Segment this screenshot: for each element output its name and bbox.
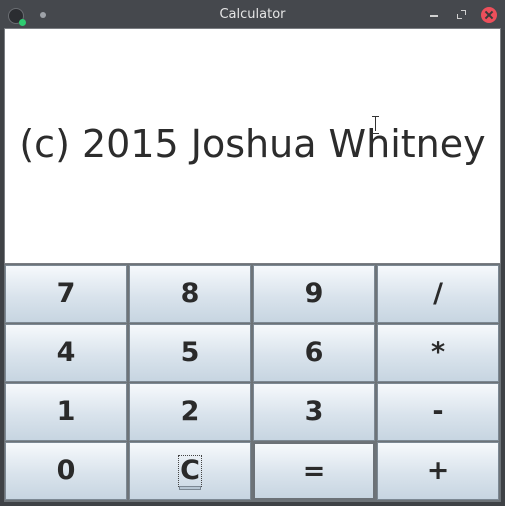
keypad: 7 8 9 / 4 5 6 * 1 2 3 - 0 C = + — [4, 264, 501, 502]
app-menu-icon[interactable] — [8, 8, 26, 26]
key-4[interactable]: 4 — [5, 324, 127, 382]
display-text: (c) 2015 Joshua Whitney — [19, 122, 486, 166]
key-multiply[interactable]: * — [377, 324, 499, 382]
key-divide[interactable]: / — [377, 265, 499, 323]
key-8[interactable]: 8 — [129, 265, 251, 323]
key-subtract[interactable]: - — [377, 383, 499, 441]
text-cursor-icon — [372, 115, 380, 134]
title-bar[interactable]: Calculator — [0, 0, 505, 30]
close-button[interactable] — [481, 7, 497, 23]
key-1[interactable]: 1 — [5, 383, 127, 441]
key-2[interactable]: 2 — [129, 383, 251, 441]
key-clear[interactable]: C — [129, 442, 251, 500]
key-7[interactable]: 7 — [5, 265, 127, 323]
calculator-display[interactable]: (c) 2015 Joshua Whitney — [4, 28, 501, 264]
minimize-button[interactable] — [426, 7, 442, 23]
key-0[interactable]: 0 — [5, 442, 127, 500]
key-6[interactable]: 6 — [253, 324, 375, 382]
key-5[interactable]: 5 — [129, 324, 251, 382]
maximize-button[interactable] — [454, 7, 470, 23]
pin-icon[interactable] — [40, 12, 46, 18]
status-dot-icon — [19, 19, 26, 26]
calculator-window: Calculator (c) 2015 Joshua Whitney 7 8 9… — [0, 0, 505, 506]
key-clear-label: C — [178, 455, 202, 490]
key-equals[interactable]: = — [253, 442, 375, 500]
key-3[interactable]: 3 — [253, 383, 375, 441]
key-9[interactable]: 9 — [253, 265, 375, 323]
key-add[interactable]: + — [377, 442, 499, 500]
